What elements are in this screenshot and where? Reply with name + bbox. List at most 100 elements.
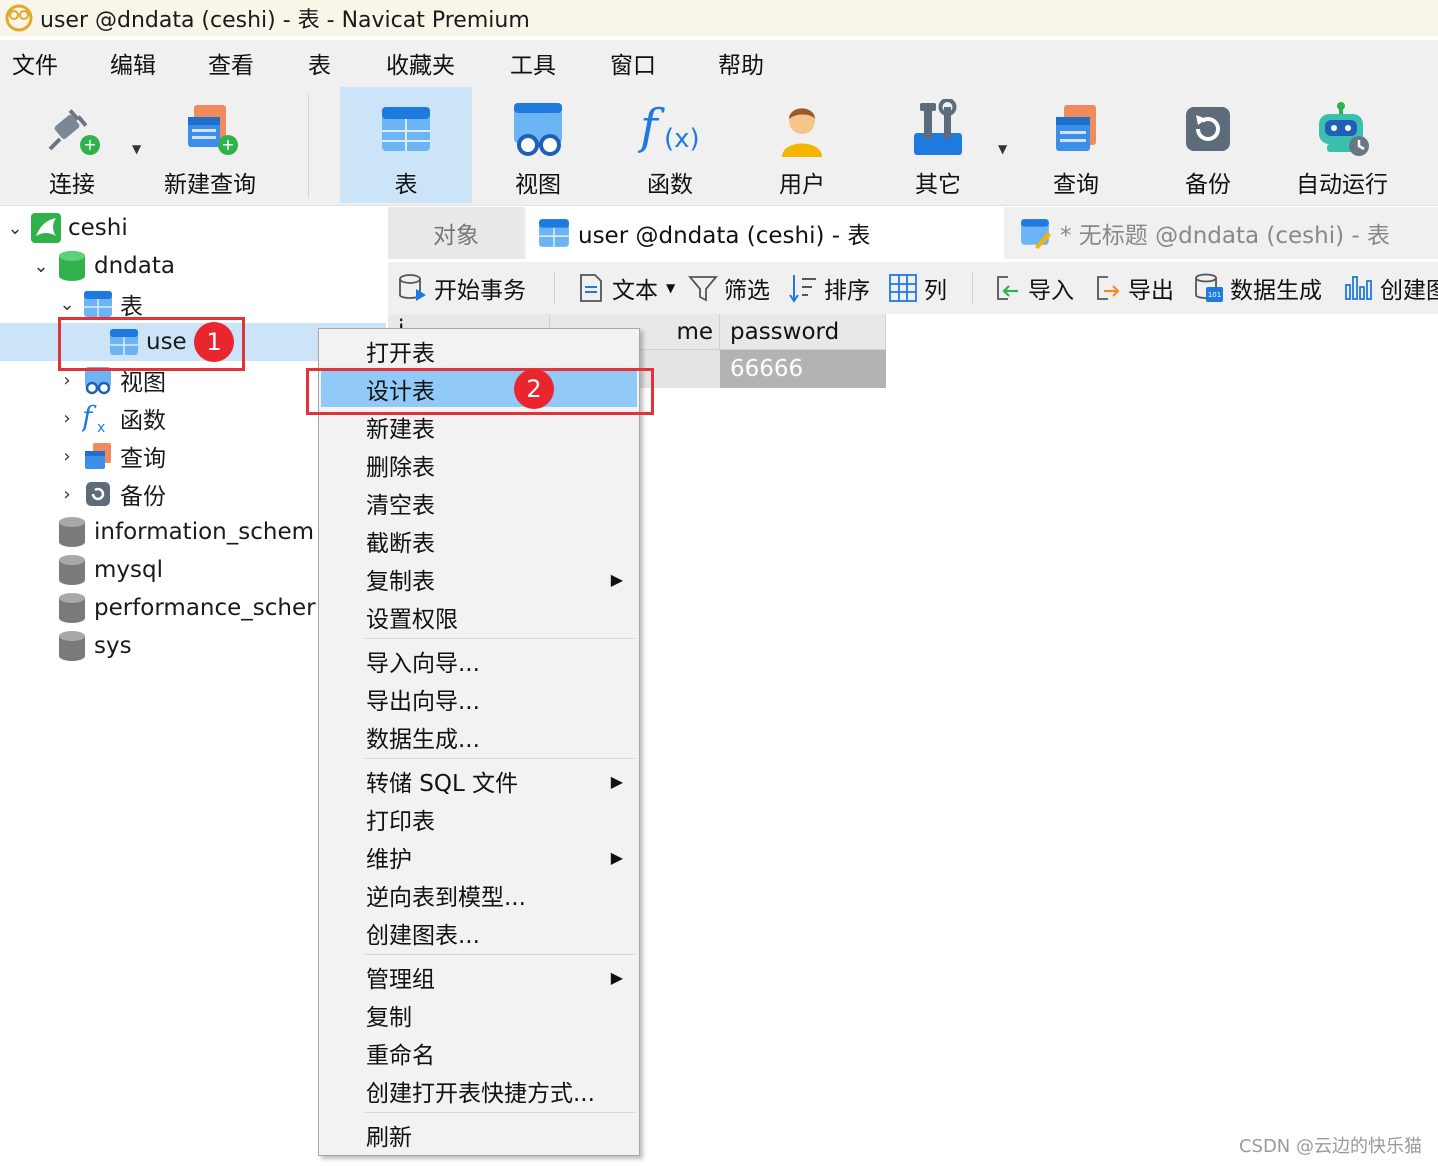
import-button[interactable]: 导入 xyxy=(992,270,1074,306)
tab-label: user @dndata (ceshi) - 表 xyxy=(578,223,871,249)
submenu-arrow-icon: ▶ xyxy=(610,771,623,791)
menu-separator xyxy=(365,758,635,759)
menu-item-print-table[interactable]: 打印表 xyxy=(321,801,637,837)
menu-item-set-permissions[interactable]: 设置权限 xyxy=(321,599,637,635)
menu-item-dump-sql[interactable]: 转储 SQL 文件 ▶ xyxy=(321,763,637,799)
menu-item-rename[interactable]: 重命名 xyxy=(321,1035,637,1071)
menu-favorites[interactable]: 收藏夹 xyxy=(384,46,457,80)
table-icon xyxy=(539,219,569,247)
text-view-button[interactable]: 文本 ▼ xyxy=(576,270,675,306)
chevron-down-icon[interactable]: ⌄ xyxy=(30,256,52,277)
tree-backups-folder[interactable]: › 备份 xyxy=(56,475,166,513)
data-generation-button[interactable]: 101 数据生成 xyxy=(1194,270,1322,306)
menu-help[interactable]: 帮助 xyxy=(716,46,766,80)
view-icon xyxy=(506,97,570,161)
menu-item-copy[interactable]: 复制 xyxy=(321,997,637,1033)
connect-dropdown-icon[interactable]: ▼ xyxy=(132,142,141,156)
chevron-right-icon[interactable]: › xyxy=(56,484,78,505)
menu-item-delete-table[interactable]: 删除表 xyxy=(321,447,637,483)
chevron-right-icon[interactable]: › xyxy=(56,408,78,429)
table-icon xyxy=(374,97,438,161)
tree-database-information-schema[interactable]: information_schem xyxy=(30,513,314,551)
tree-label: performance_scher xyxy=(94,595,316,621)
title-bar: user @dndata (ceshi) - 表 - Navicat Premi… xyxy=(0,0,1438,36)
menu-item-export-wizard[interactable]: 导出向导... xyxy=(321,681,637,717)
transaction-icon xyxy=(399,274,426,301)
new-query-button[interactable]: + 新建查询 xyxy=(160,87,260,203)
tab-untitled-table[interactable]: * 无标题 @dndata (ceshi) - 表 xyxy=(1008,207,1438,259)
toolbar-separator xyxy=(308,94,309,198)
menu-view[interactable]: 查看 xyxy=(206,46,256,80)
columns-button[interactable]: 列 xyxy=(888,270,947,306)
table-button[interactable]: 表 xyxy=(340,87,472,203)
begin-transaction-button[interactable]: 开始事务 xyxy=(398,270,526,306)
menu-file[interactable]: 文件 xyxy=(10,46,60,80)
table-icon xyxy=(82,288,114,320)
menu-item-manage-group[interactable]: 管理组 ▶ xyxy=(321,959,637,995)
menu-item-create-chart[interactable]: 创建图表... xyxy=(321,915,637,951)
robot-icon xyxy=(1310,97,1374,161)
document-icon xyxy=(580,274,602,302)
menu-tools[interactable]: 工具 xyxy=(508,46,558,80)
user-button[interactable]: 用户 xyxy=(752,87,852,203)
submenu-arrow-icon: ▶ xyxy=(610,847,623,867)
menu-separator xyxy=(365,954,635,955)
tree-database-performance-schema[interactable]: performance_scher xyxy=(30,589,316,627)
chevron-right-icon[interactable]: › xyxy=(56,446,78,467)
chevron-right-icon[interactable]: › xyxy=(56,370,78,391)
tree-database-dndata[interactable]: ⌄ dndata xyxy=(30,247,175,285)
svg-text:+: + xyxy=(83,135,96,154)
tree-queries-folder[interactable]: › 查询 xyxy=(56,437,166,475)
menu-item-empty-table[interactable]: 清空表 xyxy=(321,485,637,521)
automation-button[interactable]: 自动运行 xyxy=(1290,87,1394,203)
sort-icon xyxy=(789,275,816,303)
tools-icon xyxy=(906,97,970,161)
column-header-password[interactable]: password xyxy=(720,314,886,350)
menu-item-refresh[interactable]: 刷新 xyxy=(321,1117,637,1153)
menu-table[interactable]: 表 xyxy=(306,46,333,80)
menu-item-data-generation[interactable]: 数据生成... xyxy=(321,719,637,755)
menu-item-import-wizard[interactable]: 导入向导... xyxy=(321,643,637,679)
menu-item-open-table[interactable]: 打开表 xyxy=(321,333,637,369)
cell-password[interactable]: 66666 xyxy=(720,350,886,388)
text-dropdown-icon[interactable]: ▼ xyxy=(666,281,675,295)
tree-database-sys[interactable]: sys xyxy=(30,627,132,665)
menu-item-create-shortcut[interactable]: 创建打开表快捷方式... xyxy=(321,1073,637,1109)
chart-icon xyxy=(1345,276,1372,300)
database-icon xyxy=(56,516,88,548)
view-button[interactable]: 视图 xyxy=(488,87,588,203)
menu-window[interactable]: 窗口 xyxy=(608,46,658,80)
export-icon xyxy=(1097,276,1120,300)
menu-item-maintain[interactable]: 维护 ▶ xyxy=(321,839,637,875)
other-dropdown-icon[interactable]: ▼ xyxy=(998,142,1007,156)
backup-button[interactable]: 备份 xyxy=(1158,87,1258,203)
backup-icon xyxy=(82,478,114,510)
tree-label: 备份 xyxy=(120,484,166,510)
watermark: CSDN @云边的快乐猫 xyxy=(1238,1136,1422,1157)
svg-text:x: x xyxy=(97,420,105,434)
plug-icon: + xyxy=(40,97,104,161)
mysql-connection-icon xyxy=(30,212,62,244)
menu-item-reverse-to-model[interactable]: 逆向表到模型... xyxy=(321,877,637,913)
data-generation-icon: 101 xyxy=(1195,273,1223,302)
tab-objects[interactable]: 对象 xyxy=(388,207,524,259)
function-button[interactable]: f (x) 函数 xyxy=(620,87,720,203)
chevron-down-icon[interactable]: ⌄ xyxy=(4,218,26,239)
filter-button[interactable]: 筛选 xyxy=(688,270,770,306)
menu-item-duplicate-table[interactable]: 复制表 ▶ xyxy=(321,561,637,597)
connect-button[interactable]: + 连接 xyxy=(22,87,122,203)
create-chart-button[interactable]: 创建图 xyxy=(1344,270,1438,306)
menu-edit[interactable]: 编辑 xyxy=(108,46,158,80)
tab-user-table[interactable]: user @dndata (ceshi) - 表 xyxy=(526,207,1004,259)
export-button[interactable]: 导出 xyxy=(1092,270,1174,306)
user-icon xyxy=(770,97,834,161)
tree-functions-folder[interactable]: › fx 函数 xyxy=(56,399,166,437)
tree-database-mysql[interactable]: mysql xyxy=(30,551,163,589)
query-button[interactable]: 查询 xyxy=(1026,87,1126,203)
tree-connection-ceshi[interactable]: ⌄ ceshi xyxy=(4,209,128,247)
other-button[interactable]: 其它 xyxy=(888,87,988,203)
sort-button[interactable]: 排序 xyxy=(788,270,870,306)
chevron-down-icon[interactable]: ⌄ xyxy=(56,294,78,315)
menu-bar: 文件 编辑 查看 表 收藏夹 工具 窗口 帮助 xyxy=(0,40,1438,84)
menu-item-truncate-table[interactable]: 截断表 xyxy=(321,523,637,559)
